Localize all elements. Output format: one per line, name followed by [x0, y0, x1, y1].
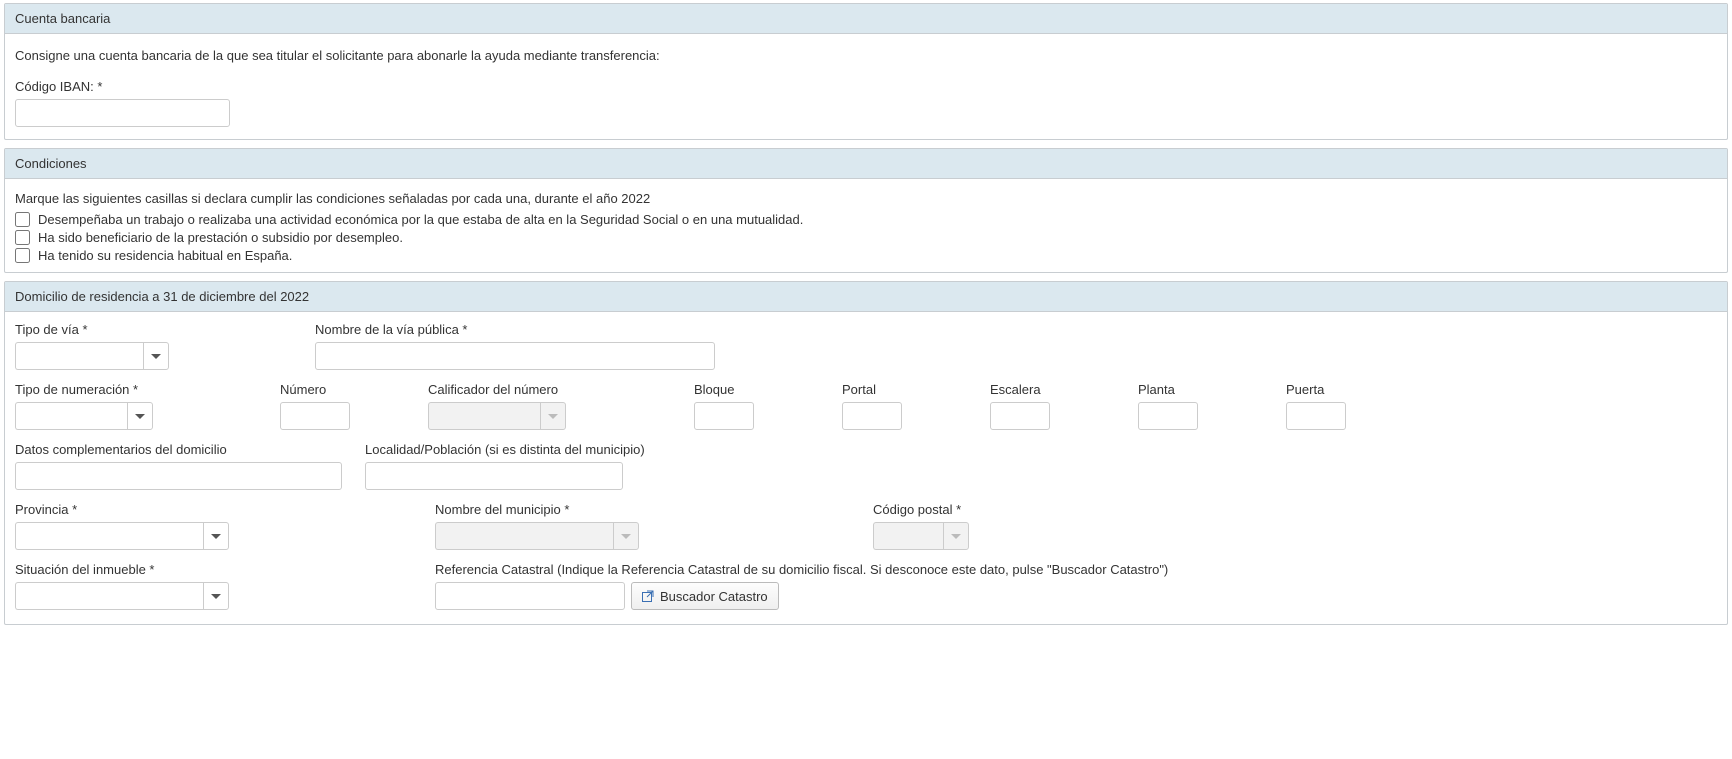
panel-cuenta-bancaria: Cuenta bancaria Consigne una cuenta banc…: [4, 3, 1728, 140]
panel-condiciones: Condiciones Marque las siguientes casill…: [4, 148, 1728, 273]
combo-tipo-numeracion[interactable]: [15, 402, 280, 430]
label-cpostal: Código postal *: [873, 502, 1173, 517]
chevron-down-icon: [135, 414, 145, 419]
label-situacion: Situación del inmueble *: [15, 562, 435, 577]
label-tipo-via: Tipo de vía *: [15, 322, 315, 337]
label-checkbox-residencia: Ha tenido su residencia habitual en Espa…: [38, 248, 292, 263]
combo-municipio[interactable]: [435, 522, 873, 550]
label-calificador: Calificador del número: [428, 382, 694, 397]
combo-situacion[interactable]: [15, 582, 435, 610]
input-numero[interactable]: [280, 402, 350, 430]
instruction-cuenta: Consigne una cuenta bancaria de la que s…: [15, 48, 1717, 63]
input-planta[interactable]: [1138, 402, 1198, 430]
label-datos-comp: Datos complementarios del domicilio: [15, 442, 365, 457]
combo-calificador[interactable]: [428, 402, 694, 430]
label-nombre-via: Nombre de la vía pública *: [315, 322, 735, 337]
chevron-down-icon: [548, 414, 558, 419]
label-numero: Número: [280, 382, 428, 397]
input-iban[interactable]: [15, 99, 230, 127]
combo-cpostal[interactable]: [873, 522, 1173, 550]
label-planta: Planta: [1138, 382, 1286, 397]
chevron-down-icon: [151, 354, 161, 359]
label-ref-catastral: Referencia Catastral (Indique la Referen…: [435, 562, 1717, 577]
button-buscador-catastro-label: Buscador Catastro: [660, 589, 768, 604]
checkbox-residencia[interactable]: [15, 248, 30, 263]
checkbox-trabajo[interactable]: [15, 212, 30, 227]
chevron-down-icon: [211, 534, 221, 539]
panel-header-domicilio: Domicilio de residencia a 31 de diciembr…: [5, 282, 1727, 312]
input-bloque[interactable]: [694, 402, 754, 430]
chevron-down-icon: [951, 534, 961, 539]
label-localidad: Localidad/Población (si es distinta del …: [365, 442, 765, 457]
label-escalera: Escalera: [990, 382, 1138, 397]
input-escalera[interactable]: [990, 402, 1050, 430]
external-link-icon: [642, 590, 654, 602]
label-tipo-numeracion: Tipo de numeración *: [15, 382, 280, 397]
label-puerta: Puerta: [1286, 382, 1406, 397]
button-buscador-catastro[interactable]: Buscador Catastro: [631, 582, 779, 610]
instruction-condiciones: Marque las siguientes casillas si declar…: [15, 191, 1717, 206]
label-checkbox-trabajo: Desempeñaba un trabajo o realizaba una a…: [38, 212, 803, 227]
panel-header-cuenta-bancaria: Cuenta bancaria: [5, 4, 1727, 34]
input-datos-comp[interactable]: [15, 462, 342, 490]
label-provincia: Provincia *: [15, 502, 435, 517]
input-portal[interactable]: [842, 402, 902, 430]
label-bloque: Bloque: [694, 382, 842, 397]
combo-tipo-via[interactable]: [15, 342, 315, 370]
chevron-down-icon: [211, 594, 221, 599]
combo-provincia[interactable]: [15, 522, 435, 550]
panel-header-condiciones: Condiciones: [5, 149, 1727, 179]
input-localidad[interactable]: [365, 462, 623, 490]
label-checkbox-desempleo: Ha sido beneficiario de la prestación o …: [38, 230, 403, 245]
chevron-down-icon: [621, 534, 631, 539]
input-nombre-via[interactable]: [315, 342, 715, 370]
label-iban: Código IBAN: *: [15, 79, 230, 94]
label-municipio: Nombre del municipio *: [435, 502, 873, 517]
checkbox-desempleo[interactable]: [15, 230, 30, 245]
input-puerta[interactable]: [1286, 402, 1346, 430]
input-ref-catastral[interactable]: [435, 582, 625, 610]
panel-domicilio: Domicilio de residencia a 31 de diciembr…: [4, 281, 1728, 625]
label-portal: Portal: [842, 382, 990, 397]
